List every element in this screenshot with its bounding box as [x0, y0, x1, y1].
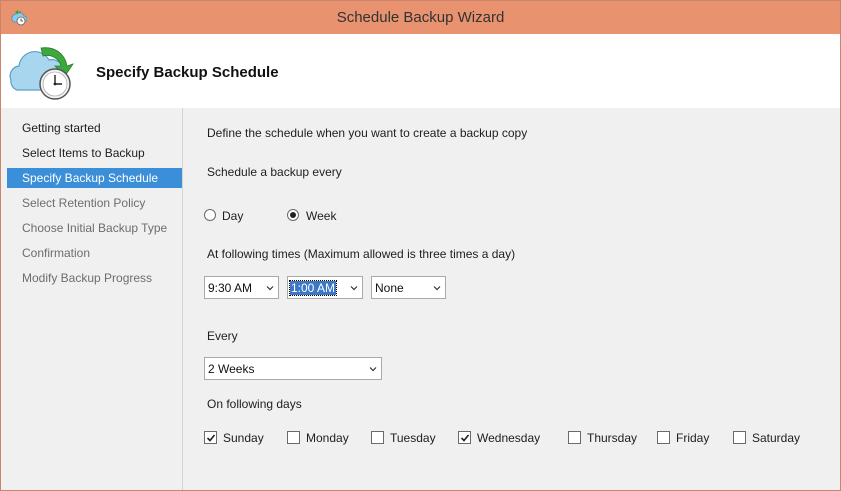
day-radio[interactable]	[204, 209, 216, 221]
saturday-label[interactable]: Saturday	[752, 431, 800, 445]
friday-checkbox[interactable]	[657, 431, 670, 444]
every-select-value: 2 Weeks	[208, 362, 255, 376]
sunday-label[interactable]: Sunday	[223, 431, 264, 445]
chevron-down-icon	[266, 286, 274, 291]
nav-item-confirmation: Confirmation	[22, 246, 91, 260]
week-radio[interactable]	[287, 209, 299, 221]
time-select-1[interactable]: 9:30 AM	[204, 276, 279, 299]
nav-item-specify-schedule[interactable]: Specify Backup Schedule	[7, 168, 182, 188]
wizard-step-list: Getting started Select Items to Backup S…	[7, 108, 183, 490]
time-select-3[interactable]: None	[371, 276, 446, 299]
day-radio-label[interactable]: Day	[222, 209, 243, 223]
nav-item-modify-progress: Modify Backup Progress	[22, 271, 153, 285]
nav-item-select-items[interactable]: Select Items to Backup	[7, 143, 182, 163]
nav-item-initial-backup-type: Choose Initial Backup Type	[22, 221, 168, 235]
times-label: At following times (Maximum allowed is t…	[207, 247, 516, 261]
title-bar: Schedule Backup Wizard	[1, 1, 840, 34]
thursday-checkbox[interactable]	[568, 431, 581, 444]
intro-text: Define the schedule when you want to cre…	[207, 126, 528, 140]
wednesday-checkbox[interactable]	[458, 431, 471, 444]
time-select-3-value: None	[375, 281, 404, 295]
tuesday-checkbox[interactable]	[371, 431, 384, 444]
checkmark-icon	[206, 434, 216, 442]
wizard-window: Schedule Backup Wizard Specify Backup Sc…	[0, 0, 841, 491]
nav-item-retention-policy: Select Retention Policy	[22, 196, 146, 210]
wizard-body: Getting started Select Items to Backup S…	[1, 108, 840, 490]
frequency-label: Schedule a backup every	[207, 165, 342, 179]
days-label: On following days	[207, 397, 302, 411]
window-title: Schedule Backup Wizard	[336, 9, 505, 26]
chevron-down-icon	[350, 286, 358, 291]
schedule-panel: Define the schedule when you want to cre…	[183, 108, 840, 490]
sunday-checkbox[interactable]	[204, 431, 217, 444]
wednesday-label[interactable]: Wednesday	[477, 431, 540, 445]
backup-clock-icon	[9, 47, 74, 100]
wizard-header: Specify Backup Schedule	[1, 34, 840, 108]
time-select-1-value: 9:30 AM	[208, 281, 253, 295]
thursday-label[interactable]: Thursday	[587, 431, 637, 445]
friday-label[interactable]: Friday	[676, 431, 709, 445]
checkmark-icon	[460, 434, 470, 442]
monday-label[interactable]: Monday	[306, 431, 349, 445]
tuesday-label[interactable]: Tuesday	[390, 431, 436, 445]
nav-item-getting-started[interactable]: Getting started	[7, 118, 182, 138]
time-select-2[interactable]: 1:00 AM	[287, 276, 363, 299]
chevron-down-icon	[433, 286, 441, 291]
time-select-2-value: 1:00 AM	[288, 280, 338, 296]
week-radio-label[interactable]: Week	[306, 209, 336, 223]
chevron-down-icon	[369, 367, 377, 372]
monday-checkbox[interactable]	[287, 431, 300, 444]
every-label: Every	[207, 329, 238, 343]
saturday-checkbox[interactable]	[733, 431, 746, 444]
page-title: Specify Backup Schedule	[96, 64, 279, 81]
every-select[interactable]: 2 Weeks	[204, 357, 382, 380]
